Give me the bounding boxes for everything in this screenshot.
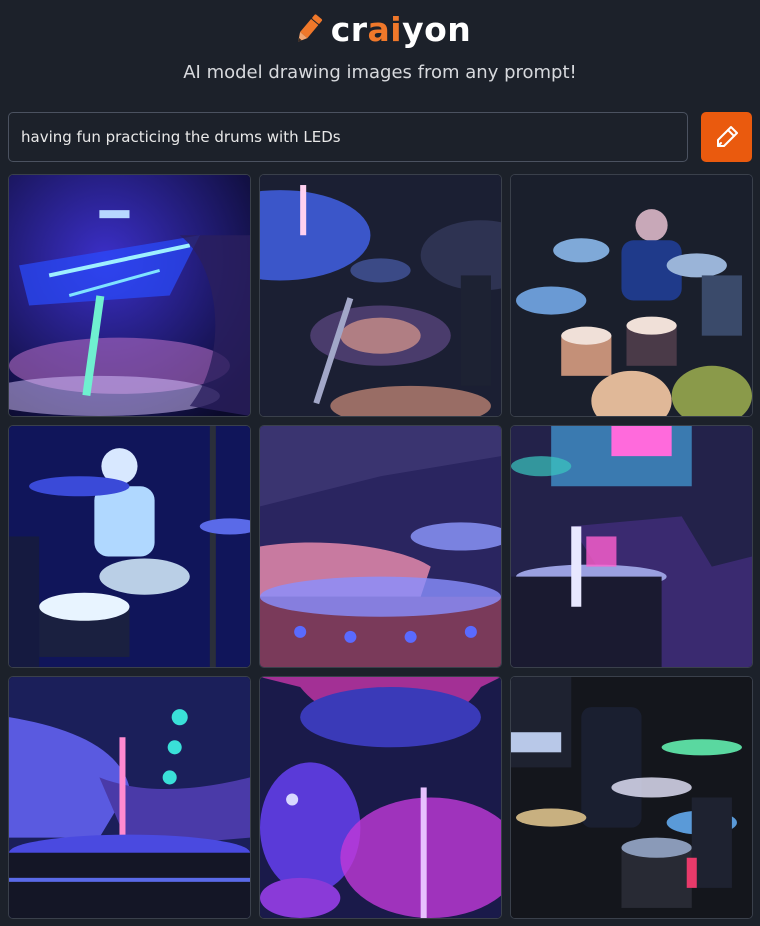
drum-image	[511, 677, 752, 918]
tagline: AI model drawing images from any prompt!	[183, 62, 577, 83]
draw-button[interactable]	[701, 112, 752, 162]
result-image-4[interactable]	[8, 425, 251, 668]
pencil-draw-icon	[716, 126, 738, 147]
prompt-bar	[8, 112, 752, 162]
result-image-5[interactable]	[259, 425, 502, 668]
results-grid	[8, 174, 753, 919]
result-image-6[interactable]	[510, 425, 753, 668]
drum-image	[9, 677, 250, 918]
result-image-9[interactable]	[510, 676, 753, 919]
drum-image	[260, 175, 501, 416]
pencil-logo-icon	[297, 14, 322, 42]
logo[interactable]: craiyon	[0, 10, 760, 50]
result-image-2[interactable]	[259, 174, 502, 417]
logo-text-suffix: yon	[402, 10, 472, 49]
result-image-7[interactable]	[8, 676, 251, 919]
result-image-3[interactable]	[510, 174, 753, 417]
drum-image	[9, 426, 250, 667]
drum-image	[260, 426, 501, 667]
prompt-input[interactable]	[8, 112, 688, 162]
drum-image	[9, 175, 250, 416]
logo-wordmark: craiyon	[331, 10, 472, 50]
drum-image	[260, 677, 501, 918]
logo-text-prefix: cr	[330, 10, 368, 49]
drum-image	[511, 175, 752, 416]
result-image-8[interactable]	[259, 676, 502, 919]
logo-text-accent: ai	[367, 10, 403, 49]
drum-image	[511, 426, 752, 667]
header: craiyon AI model drawing images from any…	[0, 0, 760, 110]
result-image-1[interactable]	[8, 174, 251, 417]
